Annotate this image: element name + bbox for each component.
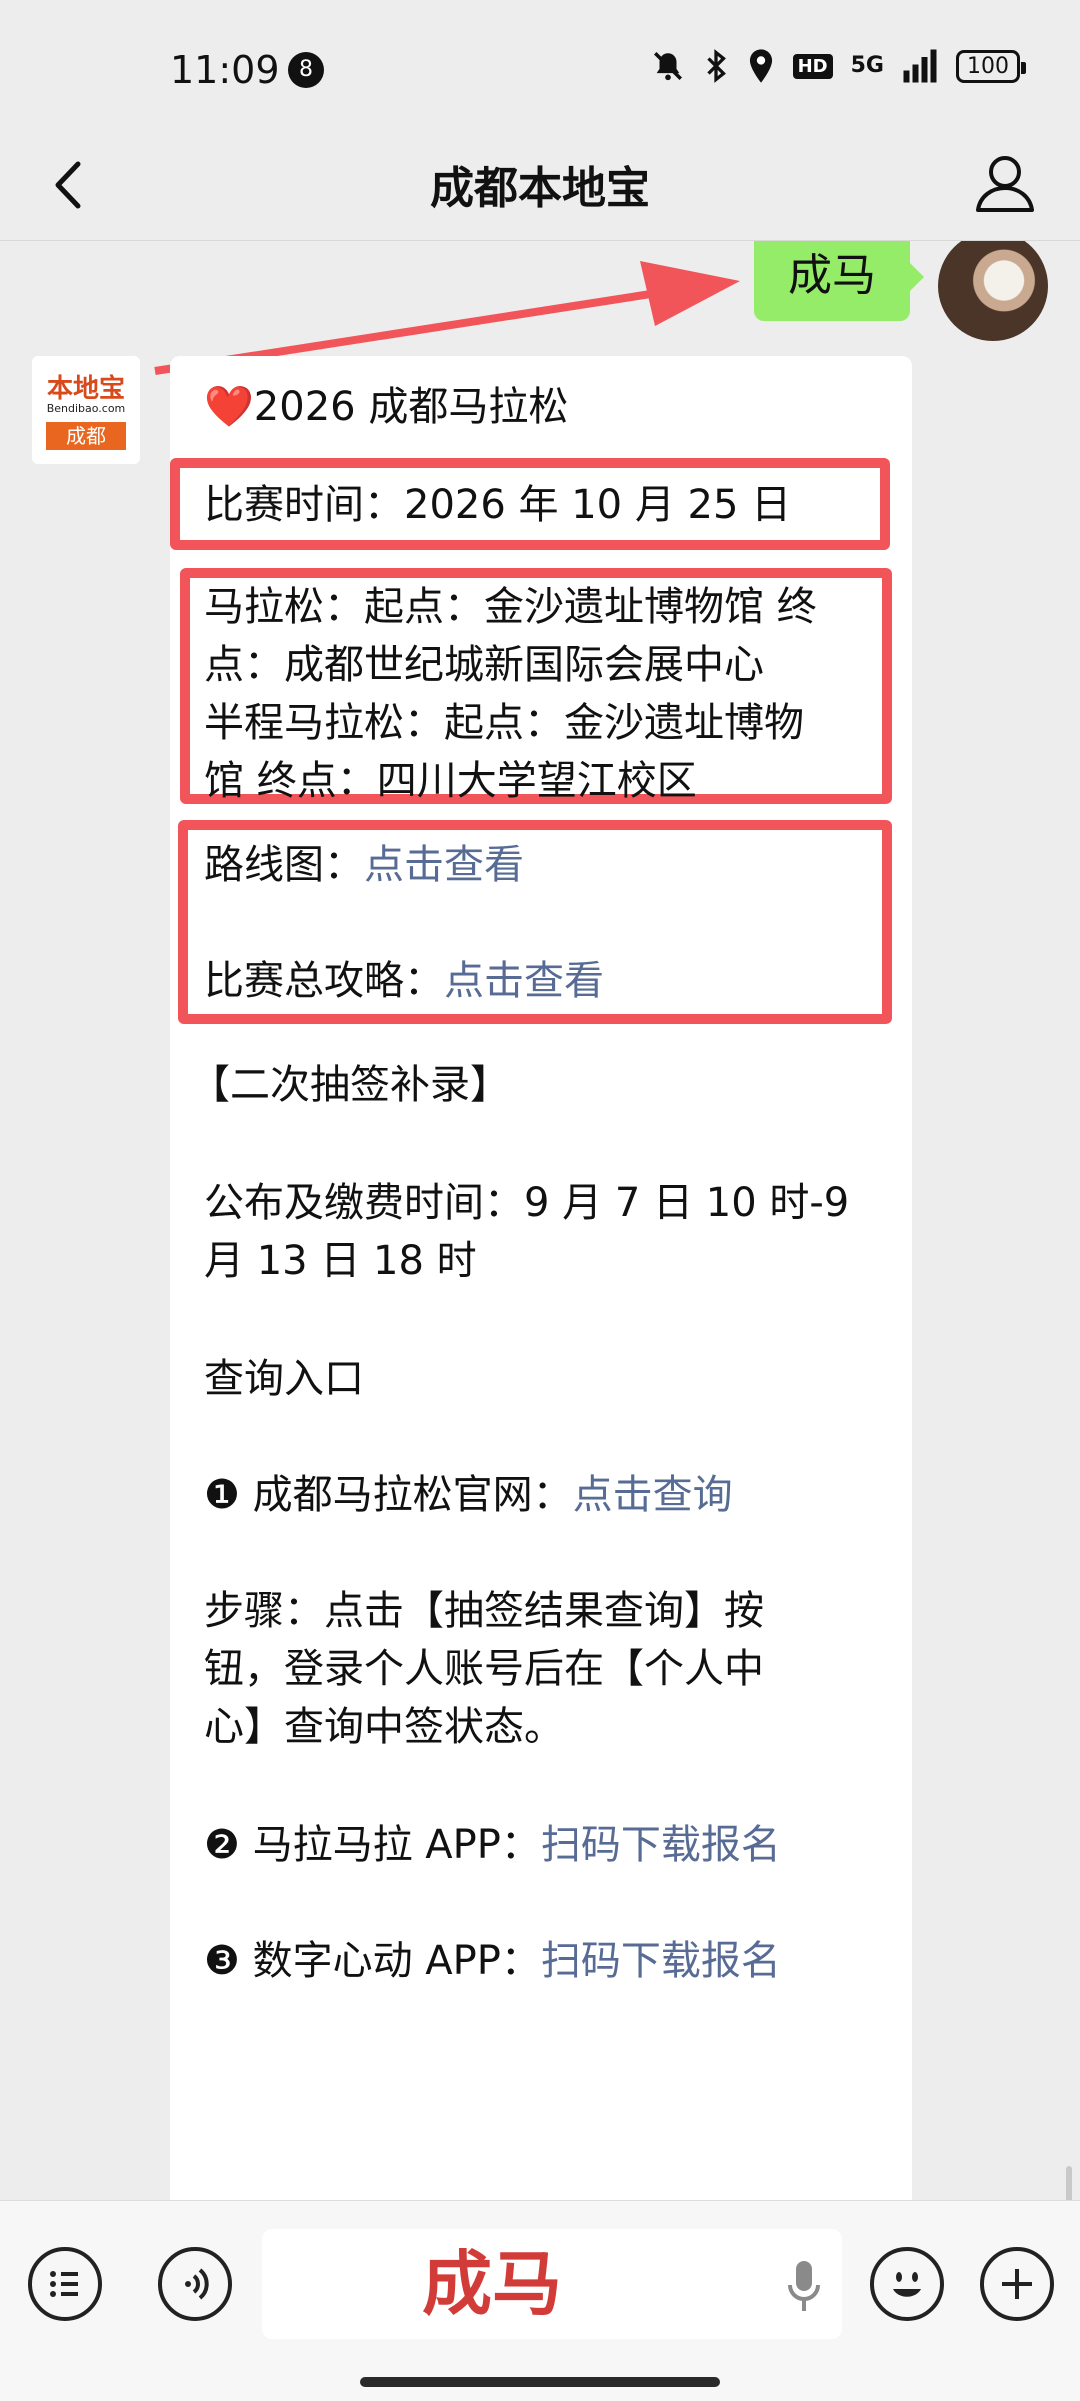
steps-line3: 心】查询中签状态。	[204, 1704, 564, 1750]
app1-link[interactable]: 扫码下载报名	[541, 1822, 781, 1868]
input-bar: 成马	[0, 2200, 1080, 2401]
publish-time-line1: 公布及缴费时间：9 月 7 日 10 时-9	[204, 1180, 850, 1226]
microphone-icon[interactable]	[784, 2257, 824, 2317]
status-bar: 11:09 8 HD 5G 100	[0, 0, 1080, 130]
query-entry-title: 查询入口	[204, 1356, 364, 1402]
smiley-icon	[893, 2272, 921, 2297]
route-map-link[interactable]: 点击查看	[364, 842, 524, 888]
bendibao-avatar[interactable]: 本地宝 Bendibao.com 成都	[32, 356, 140, 464]
app2-row: ❸ 数字心动 APP：扫码下载报名	[204, 1932, 781, 1990]
steps-line2: 钮，登录个人账号后在【个人中	[204, 1646, 764, 1692]
avatar-logo-text: 本地宝	[46, 374, 125, 404]
bluetooth-icon	[706, 49, 726, 83]
route-map-label: 路线图：	[204, 842, 364, 888]
plus-icon	[1002, 2269, 1032, 2299]
notification-badge: 8	[288, 52, 324, 88]
steps-line1: 步骤：点击【抽签结果查询】按	[204, 1588, 764, 1634]
sent-message-bubble[interactable]: 成马	[754, 241, 924, 321]
avatar-logo-city: 成都	[46, 422, 126, 450]
signal-bars-icon	[903, 49, 937, 83]
user-profile-icon[interactable]	[970, 148, 1040, 218]
half-marathon-line2: 馆 终点：四川大学望江校区	[204, 758, 697, 804]
menu-list-button[interactable]	[28, 2247, 102, 2321]
official-site-label: ❶ 成都马拉松官网：	[204, 1472, 573, 1518]
message-card: ❤️2026 成都马拉松 比赛时间：2026 年 10 月 25 日 马拉松：起…	[170, 356, 912, 2201]
location-icon	[749, 49, 772, 83]
marathon-route-line2: 点：成都世纪城新国际会展中心	[204, 642, 764, 688]
marathon-route-line1: 马拉松：起点：金沙遗址博物馆 终	[204, 584, 817, 630]
more-plus-button[interactable]	[980, 2247, 1054, 2321]
mute-bell-icon	[653, 51, 682, 81]
app1-label: ❷ 马拉马拉 APP：	[204, 1822, 541, 1868]
voice-mode-button[interactable]	[158, 2247, 232, 2321]
second-draw-title: 【二次抽签补录】	[190, 1062, 510, 1108]
route-map-row: 路线图：点击查看	[204, 836, 524, 894]
app2-label: ❸ 数字心动 APP：	[204, 1938, 541, 1984]
official-site-row: ❶ 成都马拉松官网：点击查询	[204, 1466, 733, 1524]
guide-link[interactable]: 点击查看	[444, 958, 604, 1004]
card-heading: ❤️2026 成都马拉松	[204, 384, 569, 430]
voice-wave-icon	[185, 2268, 209, 2300]
half-marathon-line1: 半程马拉松：起点：金沙遗址博物	[204, 700, 804, 746]
race-time: 比赛时间：2026 年 10 月 25 日	[204, 482, 792, 528]
hd-badge: HD	[792, 53, 833, 79]
chat-title: 成都本地宝	[430, 163, 650, 214]
my-avatar[interactable]	[938, 241, 1048, 341]
avatar-logo-url: Bendibao.com	[46, 402, 126, 415]
emoji-button[interactable]	[870, 2247, 944, 2321]
official-site-link[interactable]: 点击查询	[573, 1472, 733, 1518]
chat-area[interactable]: 成马 本地宝 Bendibao.com 成都 ❤️2026 成都马拉松 比赛时间…	[0, 241, 1080, 2201]
guide-row: 比赛总攻略：点击查看	[204, 952, 604, 1010]
signal-5g: 5G	[850, 53, 884, 78]
guide-label: 比赛总攻略：	[204, 958, 444, 1004]
app2-link[interactable]: 扫码下载报名	[541, 1938, 781, 1984]
list-icon	[50, 2271, 78, 2297]
app1-row: ❷ 马拉马拉 APP：扫码下载报名	[204, 1816, 781, 1874]
chat-scrollbar[interactable]	[1066, 2166, 1072, 2201]
chat-header: 成都本地宝	[0, 130, 1080, 240]
status-time: 11:09	[170, 48, 280, 92]
battery-indicator: 100	[956, 49, 1026, 83]
input-text: 成马	[422, 2243, 562, 2325]
message-input[interactable]: 成马	[262, 2229, 842, 2339]
status-icons: HD 5G 100	[651, 48, 1026, 84]
home-indicator[interactable]	[360, 2377, 720, 2387]
publish-time-line2: 月 13 日 18 时	[204, 1238, 477, 1284]
